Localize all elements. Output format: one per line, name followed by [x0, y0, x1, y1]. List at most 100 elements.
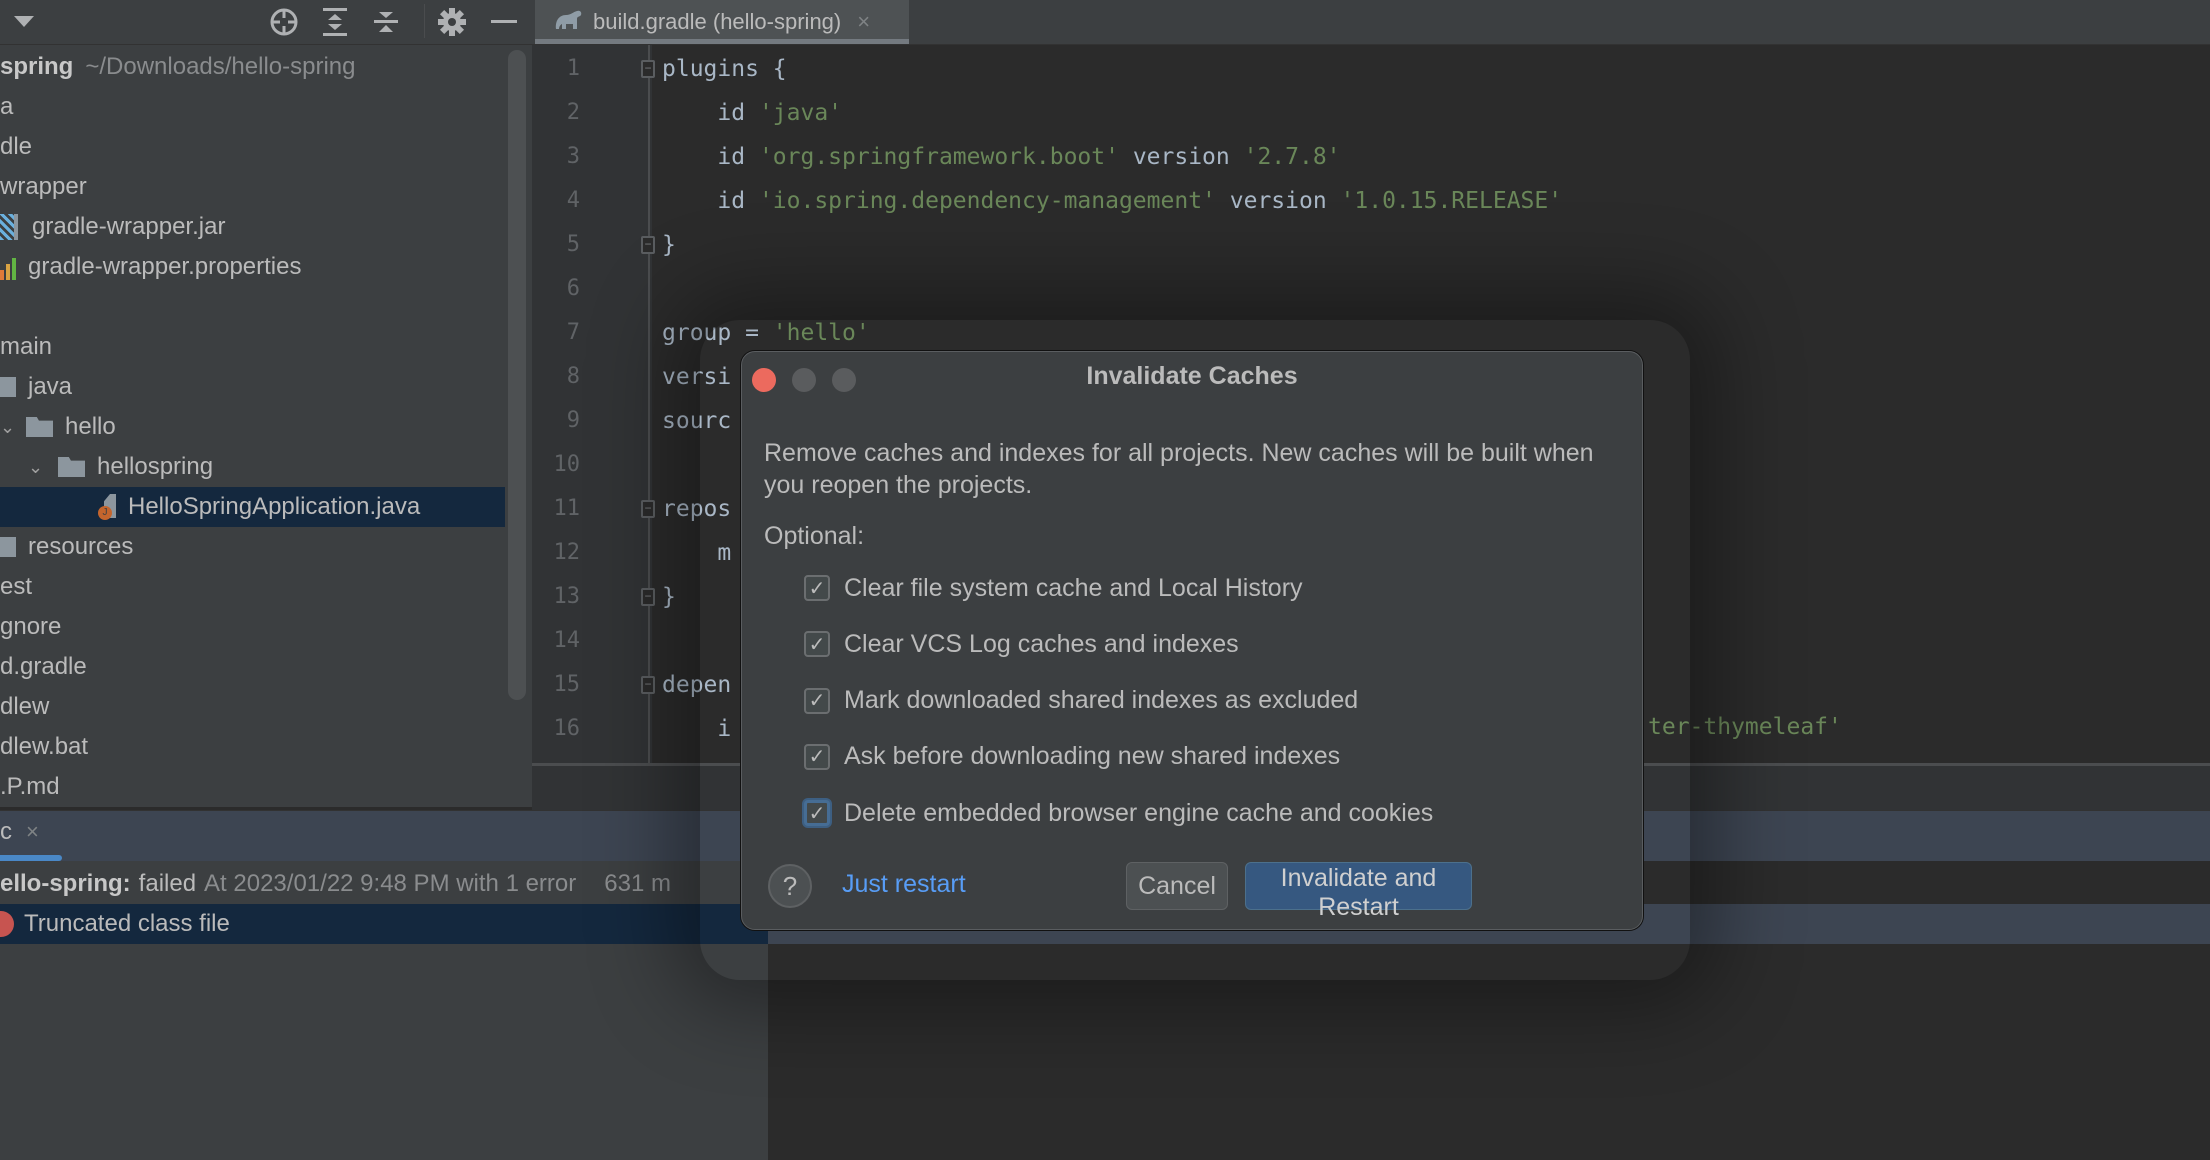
line-number: 10	[553, 452, 581, 477]
tree-item[interactable]: main	[0, 327, 505, 367]
tree-item-label: d.gradle	[0, 653, 87, 680]
checkbox[interactable]: ✓	[804, 743, 830, 770]
chevron-down-icon[interactable]: ⌄	[0, 417, 15, 438]
checkbox[interactable]: ✓	[804, 575, 830, 601]
folder-icon	[0, 537, 16, 557]
tree-item-label: wrapper	[0, 173, 87, 200]
tree-item[interactable]: dle	[0, 127, 505, 167]
dropdown-arrow-icon[interactable]	[8, 6, 40, 38]
tree-item-label: java	[28, 373, 73, 400]
line-number: 16	[553, 716, 581, 741]
code-token: id	[662, 188, 759, 214]
optional-label: Optional:	[764, 522, 865, 550]
build-error-row[interactable]: Truncated class file	[0, 904, 768, 944]
toolbar-separator	[424, 4, 425, 38]
line-number: 1	[566, 56, 580, 81]
locate-icon[interactable]	[268, 6, 300, 38]
fold-collapse-icon[interactable]: −	[641, 676, 655, 694]
folder-icon	[58, 457, 85, 477]
tree-item[interactable]: gradle-wrapper.properties	[0, 247, 505, 287]
build-tab-label[interactable]: c	[0, 818, 12, 846]
fold-collapse-icon[interactable]: −	[641, 500, 655, 518]
tree-item-label: dle	[0, 133, 33, 160]
option-checkbox-row[interactable]: ✓ Clear VCS Log caches and indexes	[804, 624, 1239, 664]
close-build-tab-icon[interactable]: ×	[26, 819, 39, 845]
tree-item[interactable]: gradle-wrapper.jar	[0, 207, 505, 247]
line-number: 9	[566, 408, 580, 433]
error-message: Truncated class file	[24, 910, 230, 937]
chevron-down-icon[interactable]: ⌄	[28, 457, 43, 478]
checkbox[interactable]: ✓	[804, 687, 830, 714]
tree-item[interactable]: dlew.bat	[0, 727, 505, 767]
code-token: id	[662, 144, 759, 170]
tree-item[interactable]	[0, 287, 505, 327]
code-line: id 'java'	[662, 91, 842, 135]
line-number: 4	[566, 188, 580, 213]
line-number: 14	[553, 628, 581, 653]
project-tree-scrollbar[interactable]	[508, 50, 526, 700]
tree-item-label: a	[0, 93, 14, 120]
fold-collapse-icon[interactable]: −	[641, 60, 655, 78]
editor-tab-label: build.gradle (hello-spring)	[593, 9, 842, 34]
option-checkbox-row[interactable]: ✓ Delete embedded browser engine cache an…	[804, 793, 1433, 833]
option-checkbox-row[interactable]: ✓ Clear file system cache and Local Histo…	[804, 568, 1303, 608]
tree-item[interactable]: a	[0, 87, 505, 127]
option-label: Clear VCS Log caches and indexes	[844, 629, 1239, 658]
option-checkbox-row[interactable]: ✓ Ask before downloading new shared index…	[804, 737, 1340, 777]
line-number: 5	[566, 232, 580, 257]
string-literal: '1.0.15.RELEASE'	[1340, 188, 1563, 214]
help-button[interactable]: ?	[768, 864, 812, 908]
minimize-icon[interactable]	[488, 6, 520, 38]
fold-end-icon[interactable]: −	[641, 588, 655, 606]
line-number: 6	[566, 276, 580, 301]
tree-item[interactable]: dlew	[0, 687, 505, 727]
option-checkbox-row[interactable]: ✓ Mark downloaded shared indexes as exclu…	[804, 681, 1358, 721]
checkbox[interactable]: ✓	[804, 800, 830, 827]
line-number: 3	[566, 144, 580, 169]
tree-item-label: dlew	[0, 693, 50, 720]
tree-item[interactable]: d.gradle	[0, 647, 505, 687]
tree-item[interactable]: wrapper	[0, 167, 505, 207]
project-root-name: spring	[0, 53, 74, 80]
option-label: Ask before downloading new shared indexe…	[844, 742, 1341, 771]
just-restart-link[interactable]: Just restart	[842, 870, 966, 899]
gradle-elephant-icon	[553, 7, 583, 37]
tree-item[interactable]: ⌄ hellospring	[0, 447, 505, 487]
error-icon	[0, 911, 14, 937]
active-tab-indicator	[535, 39, 909, 44]
code-token: version	[1215, 188, 1341, 214]
string-literal: 'java'	[758, 100, 843, 126]
tree-item[interactable]: resources	[0, 527, 505, 567]
editor-tab-build-gradle[interactable]: build.gradle (hello-spring) ×	[535, 0, 909, 44]
tree-item-label: gradle-wrapper.properties	[28, 253, 302, 280]
invalidate-and-restart-button[interactable]: Invalidate and Restart	[1245, 862, 1472, 921]
build-status-row[interactable]: ello-spring: failed At 2023/01/22 9:48 P…	[0, 864, 768, 904]
project-toolbar	[0, 0, 2210, 45]
tree-item[interactable]: java	[0, 367, 505, 407]
tree-item-label: .P.md	[0, 773, 60, 800]
code-line: id 'io.spring.dependency-management' ver…	[662, 179, 1562, 223]
tree-item[interactable]: gnore	[0, 607, 505, 647]
project-root-path: ~/Downloads/hello-spring	[85, 53, 356, 80]
tree-item[interactable]: .P.md	[0, 767, 505, 807]
tree-item-label: hellospring	[97, 453, 214, 480]
expand-all-icon[interactable]	[319, 6, 351, 38]
tree-item-label: hello	[65, 413, 116, 440]
code-line: }	[662, 223, 676, 267]
fold-end-icon[interactable]: −	[641, 236, 655, 254]
folder-icon	[26, 417, 53, 437]
build-result: failed	[138, 870, 197, 897]
close-tab-icon[interactable]: ×	[857, 9, 870, 35]
tree-item[interactable]: ⌄ hello	[0, 407, 505, 447]
gear-icon[interactable]	[436, 6, 468, 38]
collapse-all-icon[interactable]	[370, 6, 402, 38]
cancel-button[interactable]: Cancel	[1126, 862, 1228, 910]
code-token: id	[662, 100, 759, 126]
line-number: 2	[566, 100, 580, 125]
invalidate-caches-dialog: Invalidate Caches Remove caches and inde…	[741, 351, 1643, 930]
tree-item[interactable]: J HelloSpringApplication.java	[0, 487, 505, 527]
tree-item[interactable]: est	[0, 567, 505, 607]
tree-root-row[interactable]: spring ~/Downloads/hello-spring	[0, 47, 505, 87]
properties-icon	[0, 254, 18, 280]
checkbox[interactable]: ✓	[804, 631, 830, 658]
